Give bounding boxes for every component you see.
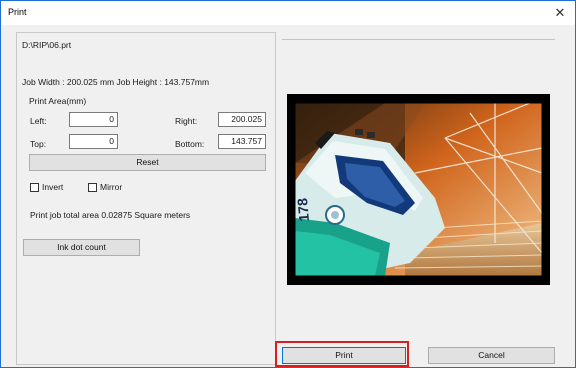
top-label: Top:: [30, 139, 47, 149]
cancel-button[interactable]: Cancel: [428, 347, 555, 364]
close-icon[interactable]: ✕: [545, 1, 575, 25]
preview-separator: [282, 39, 555, 40]
ink-dot-count-button[interactable]: Ink dot count: [23, 239, 140, 256]
mirror-checkbox[interactable]: [88, 183, 97, 192]
left-input[interactable]: 0: [69, 112, 118, 127]
print-dialog: Print ✕ D:\RIP\06.prt Job Width : 200.02…: [0, 0, 576, 368]
right-input[interactable]: 200.025: [218, 112, 266, 127]
right-label: Right:: [175, 116, 198, 126]
left-label: Left:: [30, 116, 47, 126]
bottom-label: Bottom:: [175, 139, 205, 149]
print-button-highlight: [275, 341, 409, 367]
total-area-text: Print job total area 0.02875 Square mete…: [30, 210, 191, 220]
job-size: Job Width : 200.025 mm Job Height : 143.…: [22, 77, 210, 87]
print-preview: 178: [287, 94, 550, 285]
top-input[interactable]: 0: [69, 134, 118, 149]
dialog-title: Print: [8, 7, 27, 17]
preview-number: 178: [295, 197, 312, 222]
print-area-label: Print Area(mm): [29, 96, 87, 106]
invert-label: Invert: [42, 182, 64, 192]
mirror-label: Mirror: [100, 182, 123, 192]
invert-checkbox[interactable]: [30, 183, 39, 192]
preview-image: 178: [295, 103, 542, 276]
title-bar: Print ✕: [1, 1, 575, 25]
file-path: D:\RIP\06.prt: [22, 40, 72, 50]
reset-button[interactable]: Reset: [29, 154, 266, 171]
bottom-input[interactable]: 143.757: [218, 134, 266, 149]
